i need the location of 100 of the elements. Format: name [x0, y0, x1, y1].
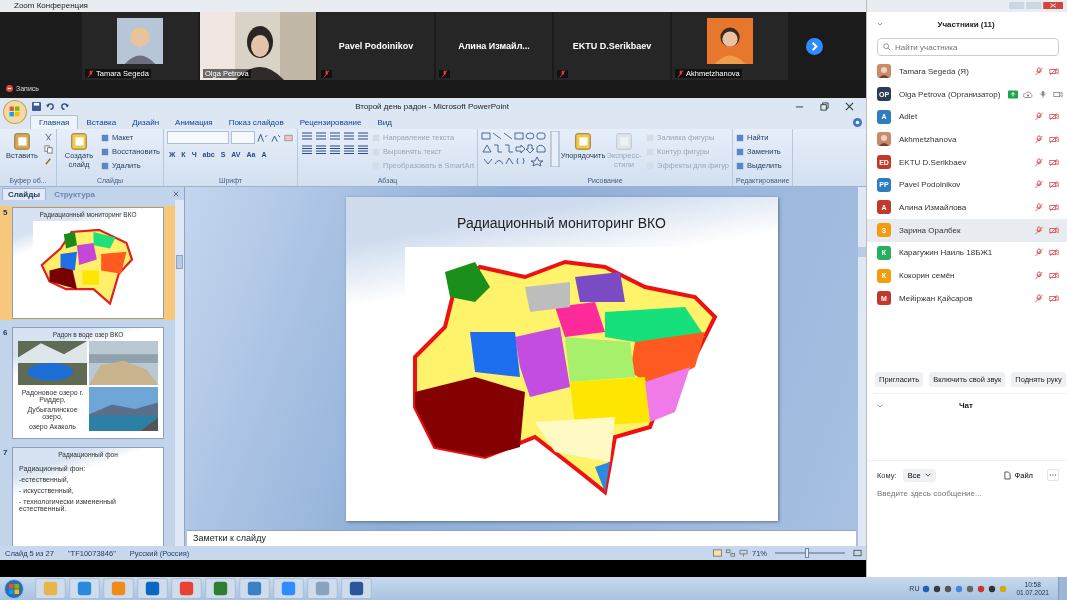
- ribbon-tab[interactable]: Показ слайдов: [220, 115, 292, 129]
- slide-number: 5: [3, 208, 9, 219]
- camera-off-icon[interactable]: [1049, 180, 1059, 190]
- video-tile[interactable]: Алина Измайл...: [436, 12, 552, 80]
- participant-name: Olga Petrova (Организатор): [899, 89, 1001, 99]
- muted-mic-icon[interactable]: [1034, 248, 1044, 258]
- copy-icon[interactable]: [44, 145, 53, 154]
- muted-mic-icon[interactable]: [1034, 66, 1044, 76]
- undo-icon[interactable]: [46, 102, 55, 111]
- window-title: Второй день радон - Microsoft PowerPoint: [354, 102, 510, 111]
- taskbar-app-icon[interactable]: [205, 578, 236, 599]
- ribbon-tab[interactable]: Вставка: [78, 115, 125, 129]
- camera-off-icon[interactable]: [1049, 157, 1059, 167]
- microphone-icon[interactable]: [1038, 89, 1049, 99]
- taskbar-app-icon[interactable]: [341, 578, 372, 599]
- slideshow-icon[interactable]: [739, 549, 748, 557]
- taskbar-app-icon[interactable]: [273, 578, 304, 599]
- participant-name: Akhmetzhanova: [899, 134, 958, 144]
- muted-mic-icon[interactable]: [1034, 157, 1044, 167]
- square-icon: [101, 161, 109, 170]
- cut-icon[interactable]: [44, 133, 53, 142]
- close-icon[interactable]: [845, 102, 854, 111]
- sorter-view-icon[interactable]: [726, 549, 735, 557]
- avatar-icon: [877, 64, 891, 79]
- camera-off-icon[interactable]: [1049, 271, 1059, 281]
- muted-mic-icon[interactable]: [1034, 225, 1044, 235]
- caret-icon: [924, 473, 931, 478]
- scrollbar-thumb[interactable]: [858, 247, 866, 257]
- camera-off-icon[interactable]: [1049, 202, 1059, 212]
- participant-name: Pavel Podoinikov: [899, 180, 962, 190]
- muted-mic-icon[interactable]: [1034, 202, 1044, 212]
- shrink-font-icon[interactable]: [270, 132, 282, 143]
- taskbar-app-icon[interactable]: [137, 578, 168, 599]
- square-icon: [101, 147, 109, 156]
- participant-name: Мейіржан Қайсаров: [899, 293, 974, 303]
- taskbar-app-icon[interactable]: [171, 578, 202, 599]
- ribbon-tab[interactable]: Главная: [30, 115, 79, 129]
- panel-title: Участники (11): [936, 19, 996, 29]
- muted-mic-icon[interactable]: [1034, 180, 1044, 190]
- align-icon[interactable]: [315, 145, 328, 155]
- pane-tab[interactable]: Слайды: [2, 188, 47, 200]
- normal-view-icon[interactable]: [713, 549, 722, 557]
- camera-off-icon[interactable]: [1049, 293, 1059, 303]
- clear-format-icon[interactable]: [283, 132, 295, 143]
- align-icon[interactable]: [357, 145, 370, 155]
- message-field[interactable]: Введите здесь сообщение...: [877, 487, 1057, 500]
- participant-name: Кокорин семён: [899, 271, 956, 281]
- ribbon-tab[interactable]: Анимация: [167, 115, 221, 129]
- muted-mic-icon[interactable]: [1034, 112, 1044, 122]
- participant-name: EKTU D.Serikbaev: [899, 157, 968, 167]
- muted-mic-icon[interactable]: [1034, 134, 1044, 144]
- align-icon[interactable]: [329, 145, 342, 155]
- camera-off-icon[interactable]: [1049, 134, 1059, 144]
- video-tile[interactable]: EKTU D.Serikbaev: [554, 12, 670, 80]
- square-icon: [736, 133, 745, 142]
- restore-icon[interactable]: [820, 102, 829, 111]
- camera-off-icon[interactable]: [1049, 225, 1059, 235]
- collapse-icon[interactable]: [877, 22, 883, 26]
- ribbon-tab[interactable]: Дизайн: [124, 115, 168, 129]
- video-tile[interactable]: Pavel Podoinikov: [318, 12, 434, 80]
- participant-row[interactable]: Akhmetzhanova: [867, 128, 1067, 151]
- font-size-field[interactable]: [231, 131, 256, 144]
- ribbon-tab[interactable]: Рецензирование: [291, 115, 370, 129]
- taskbar-app-icon[interactable]: [239, 578, 270, 599]
- scrollbar-thumb[interactable]: [176, 255, 183, 269]
- participant-row[interactable]: Tamara Segeda (Я): [867, 60, 1067, 83]
- help-icon[interactable]: [853, 118, 862, 127]
- muted-mic-icon[interactable]: [1034, 293, 1044, 303]
- more-icon[interactable]: [1047, 469, 1059, 482]
- format-painter-icon[interactable]: [44, 157, 53, 166]
- search-field[interactable]: Найти участника: [877, 38, 1059, 56]
- muted-mic-icon[interactable]: [1034, 271, 1044, 281]
- camera-off-icon[interactable]: [1049, 66, 1059, 76]
- slide-title: Радиационный мониторинг ВКО: [457, 214, 666, 231]
- window-controls-icon[interactable]: [1009, 0, 1063, 11]
- font-name-field[interactable]: [167, 131, 230, 144]
- notes-field[interactable]: Заметки к слайду: [187, 530, 856, 546]
- avatar-icon: [877, 132, 891, 147]
- participant-name: Алина Измайл...: [458, 41, 530, 51]
- camera-off-icon[interactable]: [1049, 112, 1059, 122]
- frame-icon: [69, 131, 89, 151]
- camera-icon[interactable]: [1053, 89, 1064, 99]
- collapse-icon[interactable]: [877, 403, 883, 408]
- slide-number: 6: [3, 328, 9, 339]
- fit-window-icon[interactable]: [853, 549, 862, 557]
- grow-font-icon[interactable]: [257, 132, 269, 143]
- shapes-gallery[interactable]: [481, 131, 561, 167]
- align-icon[interactable]: [301, 145, 314, 155]
- save-icon[interactable]: [32, 102, 41, 111]
- frame-icon: [573, 131, 593, 151]
- frame-icon: [12, 131, 32, 151]
- redo-icon[interactable]: [60, 102, 69, 111]
- square-icon: [736, 147, 745, 156]
- align-icon[interactable]: [343, 145, 356, 155]
- taskbar-app-icon[interactable]: [69, 578, 100, 599]
- ribbon-tab[interactable]: Вид: [369, 115, 400, 129]
- file-icon: [1003, 470, 1011, 480]
- next-page-button[interactable]: [806, 37, 823, 55]
- camera-off-icon[interactable]: [1049, 248, 1059, 258]
- start-button[interactable]: [4, 578, 24, 599]
